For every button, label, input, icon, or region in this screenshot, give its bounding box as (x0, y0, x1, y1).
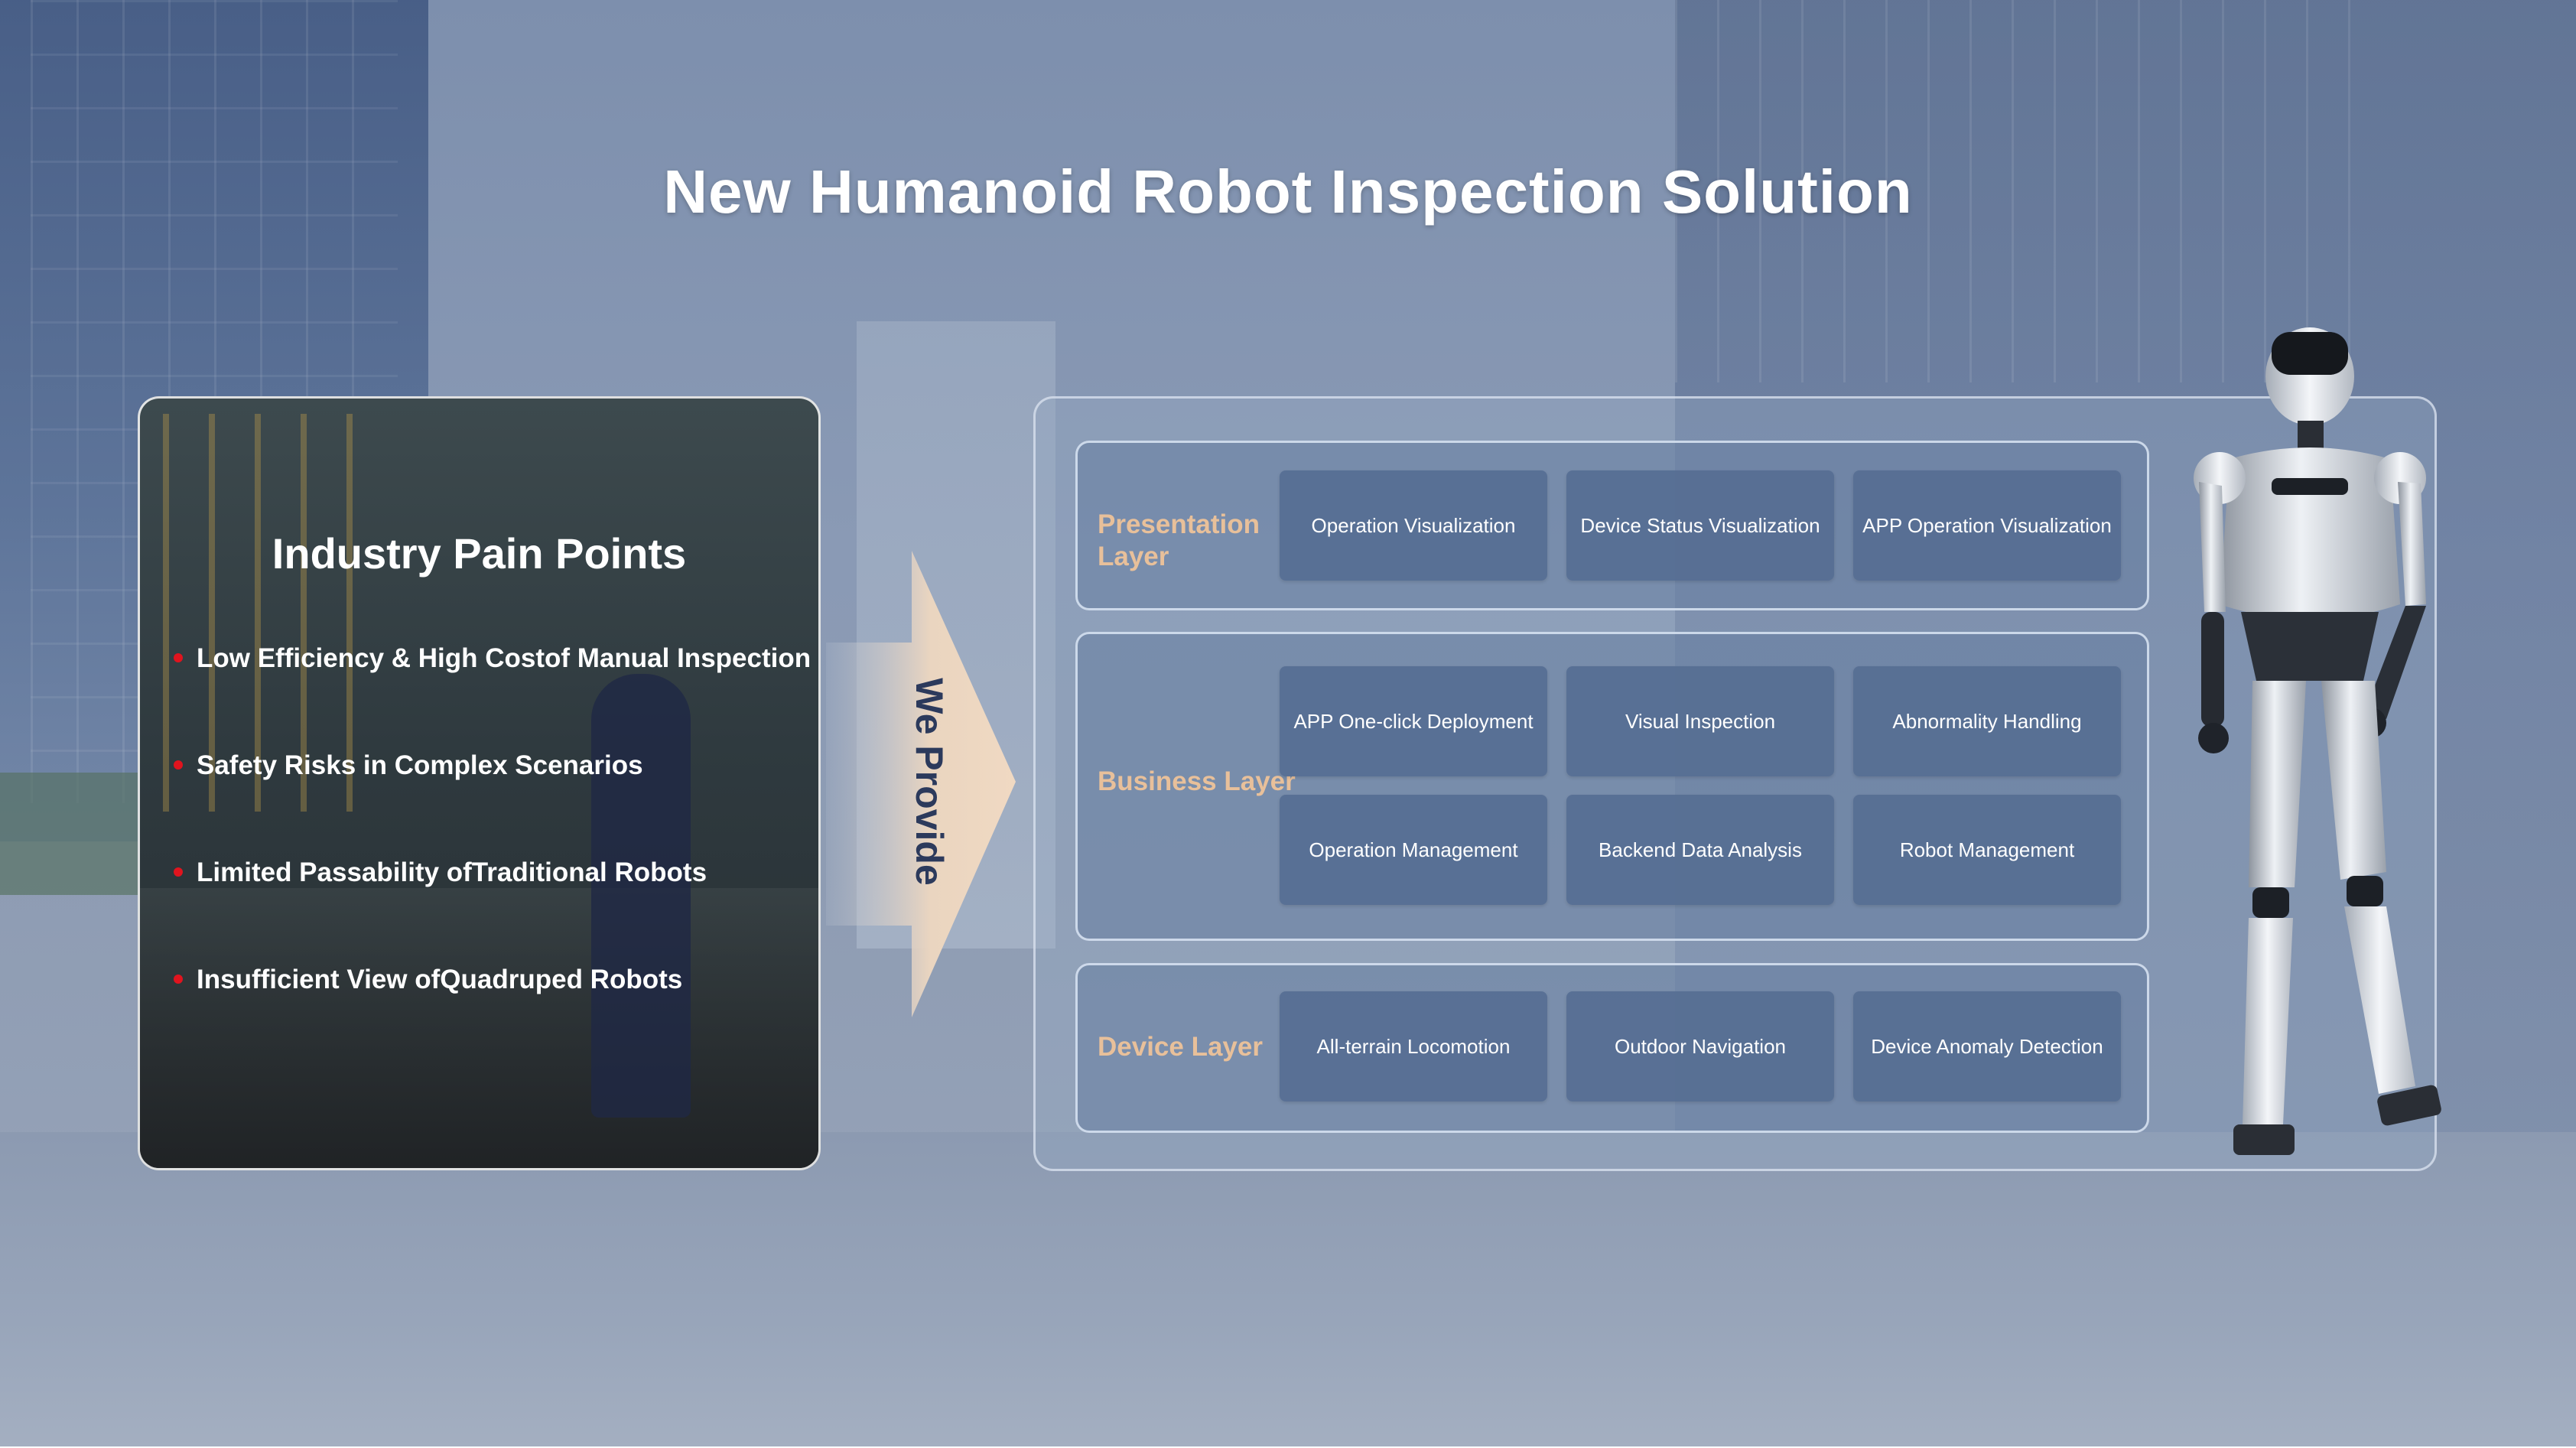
layer-item: Operation Management (1280, 795, 1547, 905)
bullet-dot-icon (174, 974, 183, 984)
pain-point-item: Low Efficiency & High Costof Manual Insp… (174, 643, 811, 674)
layer-item: Device Anomaly Detection (1853, 991, 2121, 1101)
pain-point-text: Safety Risks in Complex Scenarios (197, 750, 643, 780)
pain-card-photo-worker (591, 674, 691, 1118)
arrow-label: We Provide (908, 678, 951, 886)
slide-canvas: New Humanoid Robot Inspection Solution I… (0, 0, 2576, 1448)
layer-label: Device Layer (1098, 1032, 1263, 1062)
bullet-dot-icon (174, 652, 183, 662)
pain-point-text: Low Efficiency & High Costof Manual Insp… (197, 643, 812, 673)
layer-label: Business Layer (1098, 766, 1296, 796)
pain-points-card: Industry Pain Points Low Efficiency & Hi… (138, 396, 821, 1170)
layer-item: Visual Inspection (1566, 666, 1834, 776)
humanoid-robot-icon (2194, 327, 2441, 1155)
pain-point-item: Limited Passability ofTraditional Robots (174, 857, 707, 888)
pain-points-heading: Industry Pain Points (272, 529, 687, 578)
layer-item: Robot Management (1853, 795, 2121, 905)
layer-item: Abnormality Handling (1853, 666, 2121, 776)
layer-item: Outdoor Navigation (1566, 991, 1834, 1101)
device-layer: Device Layer All-terrain Locomotion Outd… (1075, 963, 2149, 1133)
presentation-layer: Presentation Layer Operation Visualizati… (1075, 441, 2149, 610)
layer-label: Presentation Layer (1098, 509, 1260, 571)
layer-item: Backend Data Analysis (1566, 795, 1834, 905)
pain-point-item: Safety Risks in Complex Scenarios (174, 750, 643, 781)
pain-card-photo-floor (140, 888, 818, 1168)
bullet-dot-icon (174, 760, 183, 770)
page-title: New Humanoid Robot Inspection Solution (663, 158, 1913, 226)
bg-hedge (0, 773, 138, 895)
bullet-dot-icon (174, 867, 183, 877)
layer-item: APP Operation Visualization (1853, 470, 2121, 581)
layer-item: Device Status Visualization (1566, 470, 1834, 581)
layer-item: APP One-click Deployment (1280, 666, 1547, 776)
pain-point-text: Limited Passability ofTraditional Robots (197, 857, 707, 887)
pain-point-item: Insufficient View ofQuadruped Robots (174, 965, 682, 995)
business-layer: Business Layer APP One-click Deployment … (1075, 632, 2149, 941)
pain-point-text: Insufficient View ofQuadruped Robots (197, 965, 683, 994)
layer-item: Operation Visualization (1280, 470, 1547, 581)
layer-item: All-terrain Locomotion (1280, 991, 1547, 1101)
